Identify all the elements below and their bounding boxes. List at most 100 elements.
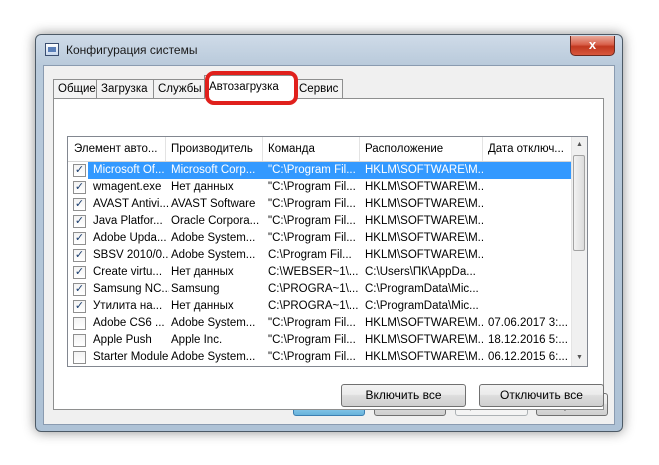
location-cell: C:\ProgramData\Mic... — [365, 283, 479, 295]
scroll-up-arrow-icon[interactable]: ▲ — [572, 137, 587, 153]
table-row[interactable]: ✓ SBSV 2010/0... Adobe System... C:\Program… — [68, 247, 575, 264]
item-name-cell: wmagent.exe — [93, 181, 162, 193]
tab-services[interactable]: Службы — [153, 79, 205, 98]
table-row[interactable]: ✓ Adobe Upda... Adobe System... "C:\Program… — [68, 230, 575, 247]
startup-item-checkbox[interactable] — [73, 334, 86, 347]
table-row[interactable]: ✓ Утилита на... Нет данных C:\PROGRA~1\... C… — [68, 298, 575, 315]
disabled-date-cell: 15.06.2015 6:... — [483, 366, 575, 367]
command-cell: "C:\Program Fil... — [268, 334, 356, 346]
vendor-cell: Oracle Corpora... — [171, 215, 260, 227]
item-name-cell: Microsoft Of... — [93, 164, 165, 176]
enable-all-button[interactable]: Включить все — [341, 384, 466, 407]
vendor-cell: Нет данных — [171, 266, 234, 278]
location-cell: HKLM\SOFTWARE\M... — [365, 164, 483, 176]
disabled-date-cell — [483, 179, 575, 196]
table-row[interactable]: Starter Module Adobe System... "C:\Program… — [68, 349, 575, 366]
item-name-cell: SBSV 2010/0... — [93, 249, 169, 261]
startup-item-checkbox[interactable]: ✓ — [73, 283, 86, 296]
disabled-date-cell — [483, 213, 575, 230]
command-cell: "C:\Program Fil... — [268, 351, 356, 363]
list-header: Элемент авто... Производитель Команда Ра… — [68, 137, 575, 162]
command-cell: "C:\Program Fil... — [268, 232, 356, 244]
command-cell: C:\Program Fil... — [268, 249, 352, 261]
column-header-vendor[interactable]: Производитель — [166, 137, 263, 161]
msconfig-app-icon — [45, 43, 59, 56]
tab-boot[interactable]: Загрузка — [96, 79, 154, 98]
command-cell: C:\WEBSER~1\... — [268, 266, 359, 278]
close-button[interactable]: x — [570, 36, 615, 56]
disabled-date-cell — [483, 196, 575, 213]
item-name-cell: Starter Module — [93, 351, 169, 363]
table-row[interactable]: RealDownlo...Нет данных"C:\Program Fil..… — [68, 366, 575, 367]
command-cell: "C:\Program Fil... — [263, 366, 360, 367]
disabled-date-cell — [483, 281, 575, 298]
table-row[interactable]: ✓ Samsung NC... Samsung C:\PROGRA~1\... C:\P… — [68, 281, 575, 298]
command-cell: "C:\Program Fil... — [268, 198, 356, 210]
command-cell: "C:\Program Fil... — [268, 164, 356, 176]
title-bar[interactable]: Конфигурация системы x — [36, 35, 622, 65]
item-name-cell: AVAST Antivi... — [93, 198, 169, 210]
vertical-scrollbar[interactable]: ▲ ▼ — [571, 137, 587, 366]
location-cell: HKLM\SOFTWARE\M... — [365, 317, 483, 329]
column-header-location[interactable]: Расположение — [360, 137, 483, 161]
startup-item-checkbox[interactable]: ✓ — [73, 249, 86, 262]
column-header-item[interactable]: Элемент авто... — [68, 137, 166, 161]
startup-item-checkbox[interactable] — [73, 351, 86, 364]
item-name-cell: Adobe CS6 ... — [93, 317, 165, 329]
table-row[interactable]: ✓ Create virtu... Нет данных C:\WEBSER~1\..… — [68, 264, 575, 281]
command-cell: "C:\Program Fil... — [268, 181, 356, 193]
column-header-disabled-date[interactable]: Дата отключ... — [483, 137, 575, 161]
startup-item-checkbox[interactable]: ✓ — [73, 300, 86, 313]
vendor-cell: Нет данных — [171, 181, 234, 193]
item-name-cell: Apple Push — [93, 334, 152, 346]
vendor-cell: Microsoft Corp... — [171, 164, 256, 176]
vendor-cell: AVAST Software — [171, 198, 256, 210]
table-row[interactable]: Adobe CS6 ... Adobe System... "C:\Program … — [68, 315, 575, 332]
table-row[interactable]: ✓ AVAST Antivi... AVAST Software "C:\Progra… — [68, 196, 575, 213]
location-cell: HKLM\SOFTWARE\M... — [365, 351, 483, 363]
item-name-cell: Create virtu... — [93, 266, 163, 278]
location-cell: HKLM\SOFTWARE\M... — [365, 232, 483, 244]
startup-item-checkbox[interactable]: ✓ — [73, 181, 86, 194]
table-row[interactable]: ✓ Microsoft Of... Microsoft Corp... "C:\Pro… — [68, 162, 575, 179]
location-cell: HKLM\SOFTWARE\M... — [365, 215, 483, 227]
startup-item-checkbox[interactable]: ✓ — [73, 266, 86, 279]
column-header-command[interactable]: Команда — [263, 137, 360, 161]
disable-all-button[interactable]: Отключить все — [479, 384, 604, 407]
table-row[interactable]: ✓ wmagent.exe Нет данных "C:\Program Fil...… — [68, 179, 575, 196]
command-cell: "C:\Program Fil... — [268, 317, 356, 329]
vendor-cell: Нет данных — [166, 366, 263, 367]
startup-item-checkbox[interactable]: ✓ — [73, 215, 86, 228]
location-cell: HKLM\SOFTWARE\M... — [360, 366, 483, 367]
location-cell: HKLM\SOFTWARE\M... — [365, 334, 483, 346]
location-cell: C:\ProgramData\Mic... — [365, 300, 479, 312]
vendor-cell: Adobe System... — [171, 351, 256, 363]
vendor-cell: Apple Inc. — [171, 334, 223, 346]
table-row[interactable]: Apple Push Apple Inc. "C:\Program Fil... HK… — [68, 332, 575, 349]
startup-items-list[interactable]: Элемент авто... Производитель Команда Ра… — [67, 136, 588, 367]
disabled-date-cell — [483, 298, 575, 315]
command-cell: C:\PROGRA~1\... — [268, 300, 359, 312]
table-row[interactable]: ✓ Java Platfor... Oracle Corpora... "C:\Pro… — [68, 213, 575, 230]
tab-general[interactable]: Общие — [53, 79, 97, 98]
startup-item-checkbox[interactable]: ✓ — [73, 232, 86, 245]
item-name-cell: Утилита на... — [93, 300, 163, 312]
command-cell: "C:\Program Fil... — [268, 215, 356, 227]
disabled-date-cell: 18.12.2016 5:... — [488, 334, 568, 346]
vendor-cell: Adobe System... — [171, 317, 256, 329]
scroll-down-arrow-icon[interactable]: ▼ — [572, 350, 587, 366]
startup-item-checkbox[interactable] — [73, 317, 86, 330]
startup-item-checkbox[interactable]: ✓ — [73, 164, 86, 177]
disabled-date-cell — [483, 247, 575, 264]
item-name-cell: Adobe Upda... — [93, 232, 167, 244]
startup-tab-panel: Элемент авто... Производитель Команда Ра… — [53, 98, 604, 410]
disabled-date-cell: 07.06.2017 3:... — [488, 317, 568, 329]
startup-item-checkbox[interactable]: ✓ — [73, 198, 86, 211]
location-cell: HKLM\SOFTWARE\M... — [365, 249, 483, 261]
item-name-cell: Java Platfor... — [93, 215, 163, 227]
system-configuration-window: Конфигурация системы x Общие Загрузка Сл… — [35, 34, 623, 432]
vendor-cell: Adobe System... — [171, 232, 256, 244]
scroll-thumb[interactable] — [573, 155, 585, 251]
tab-tools[interactable]: Сервис — [294, 79, 343, 98]
disabled-date-cell — [483, 162, 575, 179]
